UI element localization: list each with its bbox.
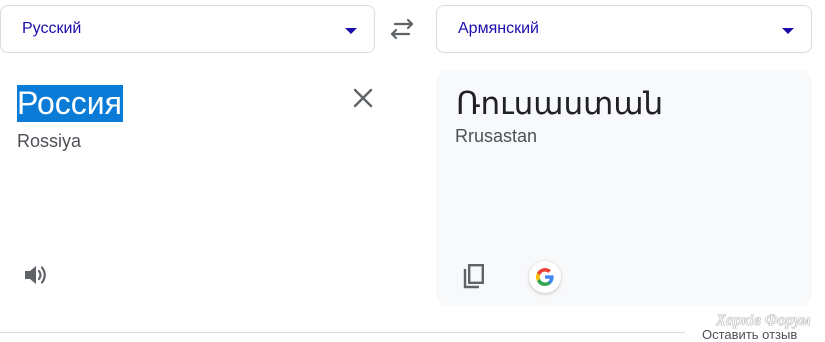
clear-source-button[interactable]: [351, 86, 375, 110]
translation-panel: Ռուսաստան Rrusastan: [436, 70, 812, 306]
copy-icon: [463, 264, 485, 289]
close-icon: [353, 88, 373, 108]
google-logo-icon: [536, 268, 554, 286]
target-language-label: Армянский: [458, 20, 539, 37]
chevron-down-icon: [345, 28, 357, 34]
source-language-select[interactable]: Русский: [0, 5, 375, 53]
listen-source-button[interactable]: [23, 263, 49, 287]
source-text-input[interactable]: Россия: [17, 85, 123, 122]
watermark: Харків Форум: [716, 312, 811, 329]
copy-translation-button[interactable]: [461, 263, 487, 291]
speaker-icon: [25, 266, 46, 284]
swap-languages-button[interactable]: [386, 15, 418, 43]
source-language-label: Русский: [22, 20, 82, 37]
divider: [0, 332, 685, 333]
translation-transliteration: Rrusastan: [455, 126, 538, 146]
target-language-select[interactable]: Армянский: [436, 5, 812, 53]
google-search-button[interactable]: [529, 261, 561, 293]
chevron-down-icon: [782, 28, 794, 34]
source-transliteration: Rossiya: [17, 131, 82, 151]
swap-arrows-icon: [390, 18, 414, 40]
translation-text: Ռուսաստան: [456, 86, 664, 122]
